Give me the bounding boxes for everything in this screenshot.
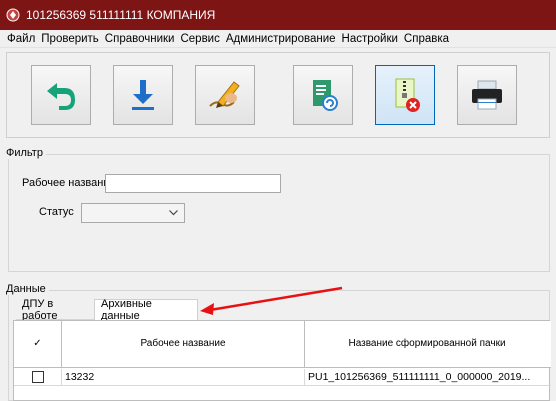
table-header: ✓ Рабочее название Название сформированн… [14, 321, 551, 368]
report-button[interactable] [293, 65, 353, 125]
download-button[interactable] [113, 65, 173, 125]
header-work-name[interactable]: Рабочее название [62, 321, 305, 367]
row-work-name: 13232 [62, 369, 305, 385]
undo-arrow-icon [47, 83, 75, 110]
menu-service[interactable]: Сервис [177, 33, 222, 45]
menu-bar: Файл Проверить Справочники Сервис Админи… [0, 30, 556, 48]
header-check[interactable]: ✓ [14, 321, 62, 367]
menu-administration[interactable]: Администрирование [223, 33, 339, 45]
menu-check[interactable]: Проверить [38, 33, 102, 45]
status-label: Статус [39, 206, 74, 218]
data-table: ✓ Рабочее название Название сформированн… [13, 320, 551, 401]
row-package-name: PU1_101256369_511111111_0_000000_2019... [308, 371, 531, 383]
row-checkbox-cell [14, 369, 62, 385]
menu-file[interactable]: Файл [4, 33, 38, 45]
work-name-input[interactable] [105, 174, 281, 193]
table-row[interactable]: 13232 PU1_101256369_511111111_0_000000_2… [14, 369, 551, 386]
toolbar [6, 52, 550, 138]
menu-help[interactable]: Справка [401, 33, 452, 45]
filter-group-label: Фильтр [6, 147, 46, 159]
download-icon [132, 80, 154, 110]
pen-sign-icon [209, 81, 240, 108]
chevron-down-icon [169, 210, 178, 216]
work-name-label: Рабочее название [22, 177, 116, 189]
status-select[interactable] [81, 203, 185, 223]
app-logo-icon [6, 8, 20, 22]
annotation-arrow [200, 286, 343, 315]
header-package-name[interactable]: Название сформированной пачки [305, 321, 549, 367]
back-button[interactable] [31, 65, 91, 125]
tab-archive-data[interactable]: Архивные данные [94, 298, 198, 322]
window-title: 101256369 511111111 КОМПАНИЯ [26, 8, 216, 22]
printer-icon [472, 80, 502, 110]
row-checkbox[interactable] [31, 371, 44, 383]
sign-button[interactable] [195, 65, 255, 125]
zip-file-delete-icon [395, 78, 420, 112]
tab-in-work[interactable]: ДПУ в работе [16, 298, 94, 322]
menu-references[interactable]: Справочники [102, 33, 178, 45]
title-bar: 101256369 511111111 КОМПАНИЯ [0, 0, 556, 30]
document-refresh-icon [313, 80, 338, 111]
archive-delete-button[interactable] [375, 65, 435, 125]
print-button[interactable] [457, 65, 517, 125]
data-group-label: Данные [6, 283, 49, 295]
menu-settings[interactable]: Настройки [339, 33, 401, 45]
